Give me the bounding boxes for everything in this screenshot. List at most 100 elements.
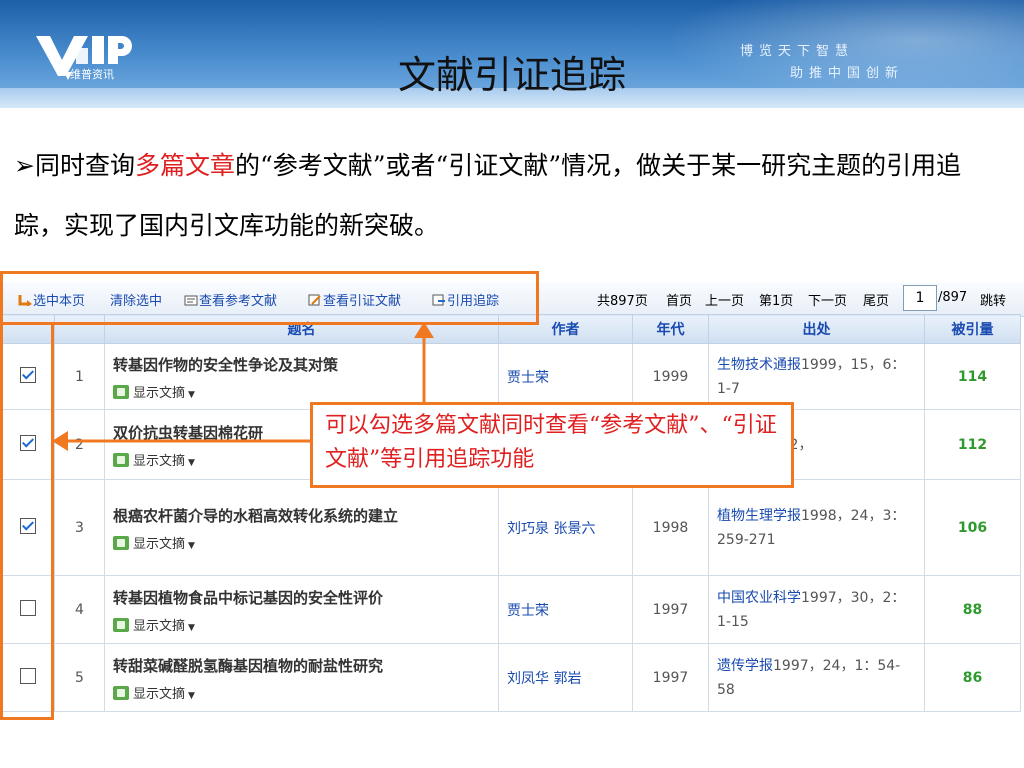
- view-references-button[interactable]: 查看参考文献: [184, 290, 277, 309]
- row-number: 3: [54, 479, 105, 576]
- citation-tracking-button[interactable]: 引用追踪: [432, 290, 499, 309]
- row-author[interactable]: 贾士荣: [498, 575, 633, 644]
- row-number: 4: [54, 575, 105, 644]
- row-title-cell: 根癌农杆菌介导的水稻高效转化系统的建立显示文摘 ▼: [104, 479, 499, 576]
- row-check-cell: [0, 575, 55, 644]
- table-row: 4 转基因植物食品中标记基因的安全性评价 显示文摘 ▼ 贾士荣 1997 中国农业科学199…: [0, 575, 1021, 644]
- row-checkbox[interactable]: [19, 667, 36, 684]
- header-check: [0, 314, 55, 344]
- row-journal-link[interactable]: 遗传学报: [717, 658, 773, 674]
- row-journal-link[interactable]: 中国农业科学: [717, 590, 801, 606]
- row-checkbox[interactable]: [19, 366, 36, 383]
- row-year: 1997: [632, 643, 709, 712]
- row-cite-count[interactable]: 114: [924, 343, 1021, 410]
- show-abstract-label: 显示文摘: [133, 537, 186, 552]
- results-table: 题名 作者 年代 出处 被引量 1 转基因作物的安全性争论及其对策 显示文摘 ▼ 贾士荣…: [0, 314, 1021, 712]
- row-check-cell: [0, 409, 55, 480]
- page-number-input[interactable]: 1: [903, 285, 937, 311]
- table-row: 5 转甜菜碱醛脱氢酶基因植物的耐盐性研究 显示文摘 ▼ 刘凤华 郭岩 1997 遗传学报19…: [0, 643, 1021, 712]
- header-source[interactable]: 出处: [708, 314, 925, 344]
- slogan-line-1: 博览天下智慧: [740, 44, 855, 59]
- caret-down-icon: ▼: [188, 541, 195, 551]
- row-year: 1999: [632, 343, 709, 410]
- header-title[interactable]: 题名: [104, 314, 499, 344]
- row-check-cell: [0, 643, 55, 712]
- abstract-icon: [113, 686, 129, 700]
- row-source: 遗传学报1997，24，1：54-58: [708, 643, 925, 712]
- row-checkbox[interactable]: [19, 599, 36, 616]
- result-toolbar: 选中本页 清除选中 查看参考文献 查看引证文献 引用追踪 共897页 首页 上一…: [0, 282, 1024, 317]
- row-author[interactable]: 刘巧泉 张景六: [498, 479, 633, 576]
- row-title-link[interactable]: 转基因作物的安全性争论及其对策: [113, 352, 490, 378]
- header-num: [54, 314, 105, 344]
- pager-total: 共897页: [597, 294, 648, 309]
- table-row: 3 根癌农杆菌介导的水稻高效转化系统的建立 显示文摘 ▼ 刘巧泉 张景六 1998 植物生理…: [0, 479, 1021, 576]
- pager-next[interactable]: 下一页: [808, 290, 847, 309]
- caret-down-icon: ▼: [188, 623, 195, 633]
- show-abstract-label: 显示文摘: [133, 386, 186, 401]
- row-source: 生物技术通报1999，15，6：1-7: [708, 343, 925, 410]
- row-title-link[interactable]: 转基因植物食品中标记基因的安全性评价: [113, 585, 490, 611]
- row-title-cell: 转甜菜碱醛脱氢酶基因植物的耐盐性研究显示文摘 ▼: [104, 643, 499, 712]
- row-author[interactable]: 刘凤华 郭岩: [498, 643, 633, 712]
- show-abstract-label: 显示文摘: [133, 454, 186, 469]
- show-abstract-label: 显示文摘: [133, 619, 186, 634]
- select-page-button[interactable]: 选中本页: [18, 290, 85, 309]
- clear-selection-button[interactable]: 清除选中: [110, 290, 162, 309]
- show-abstract-toggle[interactable]: 显示文摘 ▼: [113, 382, 490, 401]
- abstract-icon: [113, 618, 129, 632]
- caret-down-icon: ▼: [188, 691, 195, 701]
- abstract-icon: [113, 385, 129, 399]
- intro-paragraph: ➢同时查询多篇文章的“参考文献”或者“引证文献”情况，做关于某一研究主题的引用追…: [14, 136, 1004, 256]
- row-title-link[interactable]: 根癌农杆菌介导的水稻高效转化系统的建立: [113, 503, 490, 529]
- row-year: 1998: [632, 479, 709, 576]
- caret-down-icon: ▼: [188, 458, 195, 468]
- caret-down-icon: ▼: [188, 390, 195, 400]
- para-part1: 同时查询: [34, 151, 135, 180]
- slogan-line-2: 助推中国创新: [790, 66, 905, 81]
- pager-prev[interactable]: 上一页: [705, 290, 744, 309]
- row-cite-count[interactable]: 86: [924, 643, 1021, 712]
- row-checkbox[interactable]: [19, 434, 36, 451]
- pager-first[interactable]: 首页: [666, 290, 692, 309]
- row-check-cell: [0, 479, 55, 576]
- row-cite-count[interactable]: 112: [924, 409, 1021, 480]
- row-title-cell: 转基因作物的安全性争论及其对策显示文摘 ▼: [104, 343, 499, 410]
- header-cites[interactable]: 被引量: [924, 314, 1021, 344]
- show-abstract-toggle[interactable]: 显示文摘 ▼: [113, 533, 490, 552]
- table-header-row: 题名 作者 年代 出处 被引量: [0, 314, 1021, 344]
- header-author[interactable]: 作者: [498, 314, 633, 344]
- pager-of-total: /897: [938, 290, 968, 305]
- annotation-callout: 可以勾选多篇文献同时查看“参考文献”、“引证文献”等引用追踪功能: [310, 402, 794, 488]
- view-citations-button[interactable]: 查看引证文献: [308, 290, 401, 309]
- row-check-cell: [0, 343, 55, 410]
- para-highlight: 多篇文章: [134, 151, 235, 180]
- row-title-link[interactable]: 转甜菜碱醛脱氢酶基因植物的耐盐性研究: [113, 653, 490, 679]
- row-cite-count[interactable]: 88: [924, 575, 1021, 644]
- show-abstract-label: 显示文摘: [133, 687, 186, 702]
- header-year[interactable]: 年代: [632, 314, 709, 344]
- row-title-cell: 转基因植物食品中标记基因的安全性评价显示文摘 ▼: [104, 575, 499, 644]
- pager-jump-button[interactable]: 跳转: [980, 290, 1006, 309]
- edit-document-icon: [308, 294, 321, 306]
- row-source: 中国农业科学1997，30，2：1-15: [708, 575, 925, 644]
- row-number: 1: [54, 343, 105, 410]
- pager-last[interactable]: 尾页: [863, 290, 889, 309]
- bullet-icon: ➢: [14, 151, 35, 180]
- header-banner: 维普资讯 文献引证追踪 博览天下智慧 助推中国创新: [0, 0, 1024, 108]
- row-checkbox[interactable]: [19, 517, 36, 534]
- row-author[interactable]: 贾士荣: [498, 343, 633, 410]
- row-source: 植物生理学报1998，24，3：259-271: [708, 479, 925, 576]
- row-number: 2: [54, 409, 105, 480]
- abstract-icon: [113, 536, 129, 550]
- table-row: 1 转基因作物的安全性争论及其对策 显示文摘 ▼ 贾士荣 1999 生物技术通报1999，1…: [0, 343, 1021, 410]
- row-journal-link[interactable]: 生物技术通报: [717, 357, 801, 373]
- row-year: 1997: [632, 575, 709, 644]
- show-abstract-toggle[interactable]: 显示文摘 ▼: [113, 683, 490, 702]
- select-arrow-icon: [18, 295, 32, 306]
- document-icon: [184, 295, 198, 306]
- row-cite-count[interactable]: 106: [924, 479, 1021, 576]
- export-document-icon: [432, 294, 445, 306]
- row-journal-link[interactable]: 植物生理学报: [717, 508, 801, 524]
- show-abstract-toggle[interactable]: 显示文摘 ▼: [113, 615, 490, 634]
